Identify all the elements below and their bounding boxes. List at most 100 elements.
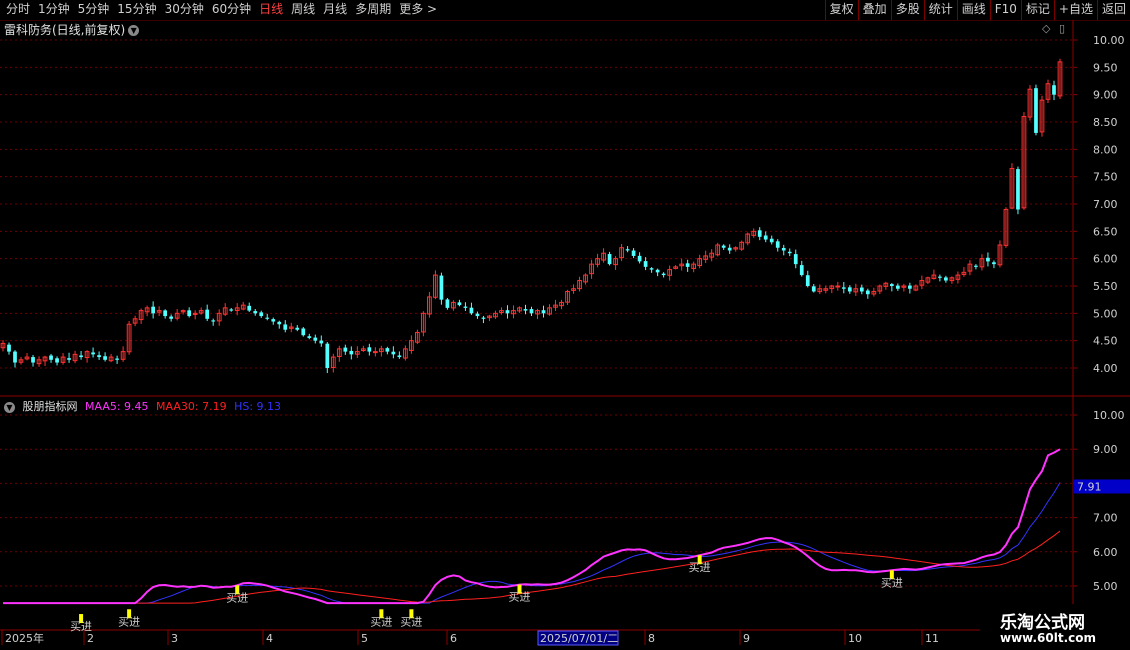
buy-signal-label: 买进 [370,615,392,628]
candle-body-down [7,344,11,352]
price-tick-label: 10.00 [1093,34,1125,47]
candle-body-down [685,263,690,267]
indicator-tick-label: 6.00 [1093,546,1118,559]
candle-body-down [1034,88,1038,133]
candle-body-down [655,269,660,273]
candle-body-down [169,316,174,319]
candle-body-down [283,324,288,330]
candle-body-down [91,352,95,355]
candle-body-down [727,247,732,251]
candle-body-down [865,290,870,295]
candle-body-down [391,351,396,355]
candle-body-down [907,285,912,289]
candle-body-down [115,358,119,360]
candle-body-down [787,251,792,254]
candle-body-down [986,257,990,262]
date-label: 2025年 [5,631,44,645]
candle-body-down [625,249,630,251]
candle-body-down [49,355,53,360]
candle-body-down [505,310,510,314]
candle-body-down [1016,169,1020,210]
candle-body-down [31,357,35,363]
buy-signal-label: 买进 [881,576,903,589]
date-label: 9 [743,632,750,645]
candle-body-down [229,309,234,311]
candle-body-up [835,285,841,288]
candle-body-down [529,309,534,314]
price-tick-label: 5.50 [1093,280,1118,293]
candle-body-down [469,307,474,314]
candle-body-down [187,310,192,317]
candle-body-down [67,358,71,360]
kline-chart[interactable]: 10.00 9.50 9.00 8.50 8.00 7.50 7.00 6.50 6.00 5.5… [0,0,1130,650]
candle-body-down [253,311,258,314]
indicator-tick-label: 9.00 [1093,443,1118,456]
price-tick-label: 6.00 [1093,253,1118,266]
date-label: 5 [361,632,368,645]
watermark: 乐淘公式网 www.60lt.com [980,604,1130,650]
candle-body-down [475,313,480,317]
candle-body-down [523,309,528,311]
indicator-tick-label: 5.00 [1093,580,1118,593]
candle-body-down [769,238,774,243]
candle-body-down [805,275,810,286]
candle-body-down [313,337,318,341]
candle-body-down [247,305,252,311]
candle-body-down [944,277,948,281]
date-highlight-label: 2025/07/01/二 [540,632,618,645]
candle-body-down [541,310,546,314]
candle-body-down [643,261,648,267]
candle-body-down [974,265,978,267]
candle-body-down [211,320,216,322]
date-label: 6 [450,632,457,645]
price-tick-label: 5.00 [1093,307,1118,320]
watermark-url: www.60lt.com [1000,631,1097,645]
candle-body-down [277,321,282,325]
candle-body-down [163,310,168,317]
buy-signal-label: 买进 [689,561,711,574]
candle-body-down [103,356,107,360]
candle-body-down [781,247,786,251]
candle-body-down [55,358,59,363]
date-label: 8 [648,632,655,645]
candle-body-down [938,276,942,278]
price-tick-label: 8.00 [1093,143,1118,156]
candle-body-down [265,317,270,319]
watermark-title: 乐淘公式网 [1000,613,1085,633]
candle-body-down [889,284,894,286]
candle-body-down [13,351,17,363]
candle-body-down [463,306,468,308]
candle-body-down [367,347,372,352]
candle-body-down [205,309,210,319]
candle-body-down [721,245,726,248]
candle-body-down [859,287,864,292]
candle-body-down [343,347,348,352]
candle-body-down [631,250,636,256]
buy-signal-label: 买进 [508,591,530,604]
candle-body-down [799,265,804,276]
candle-body-down [637,255,642,262]
candle-body-down [385,348,390,352]
price-tick-label: 9.50 [1093,61,1118,74]
price-tick-label: 6.50 [1093,225,1118,238]
candle-body-up [372,351,378,354]
buy-signal-label: 买进 [226,591,248,604]
candle-body-down [325,343,330,368]
candle-body-down [439,275,444,300]
candle-body-down [79,355,83,358]
price-tick-label: 7.50 [1093,171,1118,184]
candle-body-down [301,328,306,336]
candle-body-down [661,273,666,276]
candle-body-down [319,340,324,344]
date-label: 2 [87,632,94,645]
price-tick-label: 8.50 [1093,116,1118,129]
candle-body-down [457,302,462,306]
candle-body-down [841,287,846,289]
date-label: 3 [171,632,178,645]
candle-body-down [607,254,612,265]
candle-body-down [481,317,486,319]
price-tick-label: 7.00 [1093,198,1118,211]
candle-body-down [775,241,780,248]
price-tick-label: 4.00 [1093,362,1118,375]
indicator-tick-label: 7.00 [1093,512,1118,525]
